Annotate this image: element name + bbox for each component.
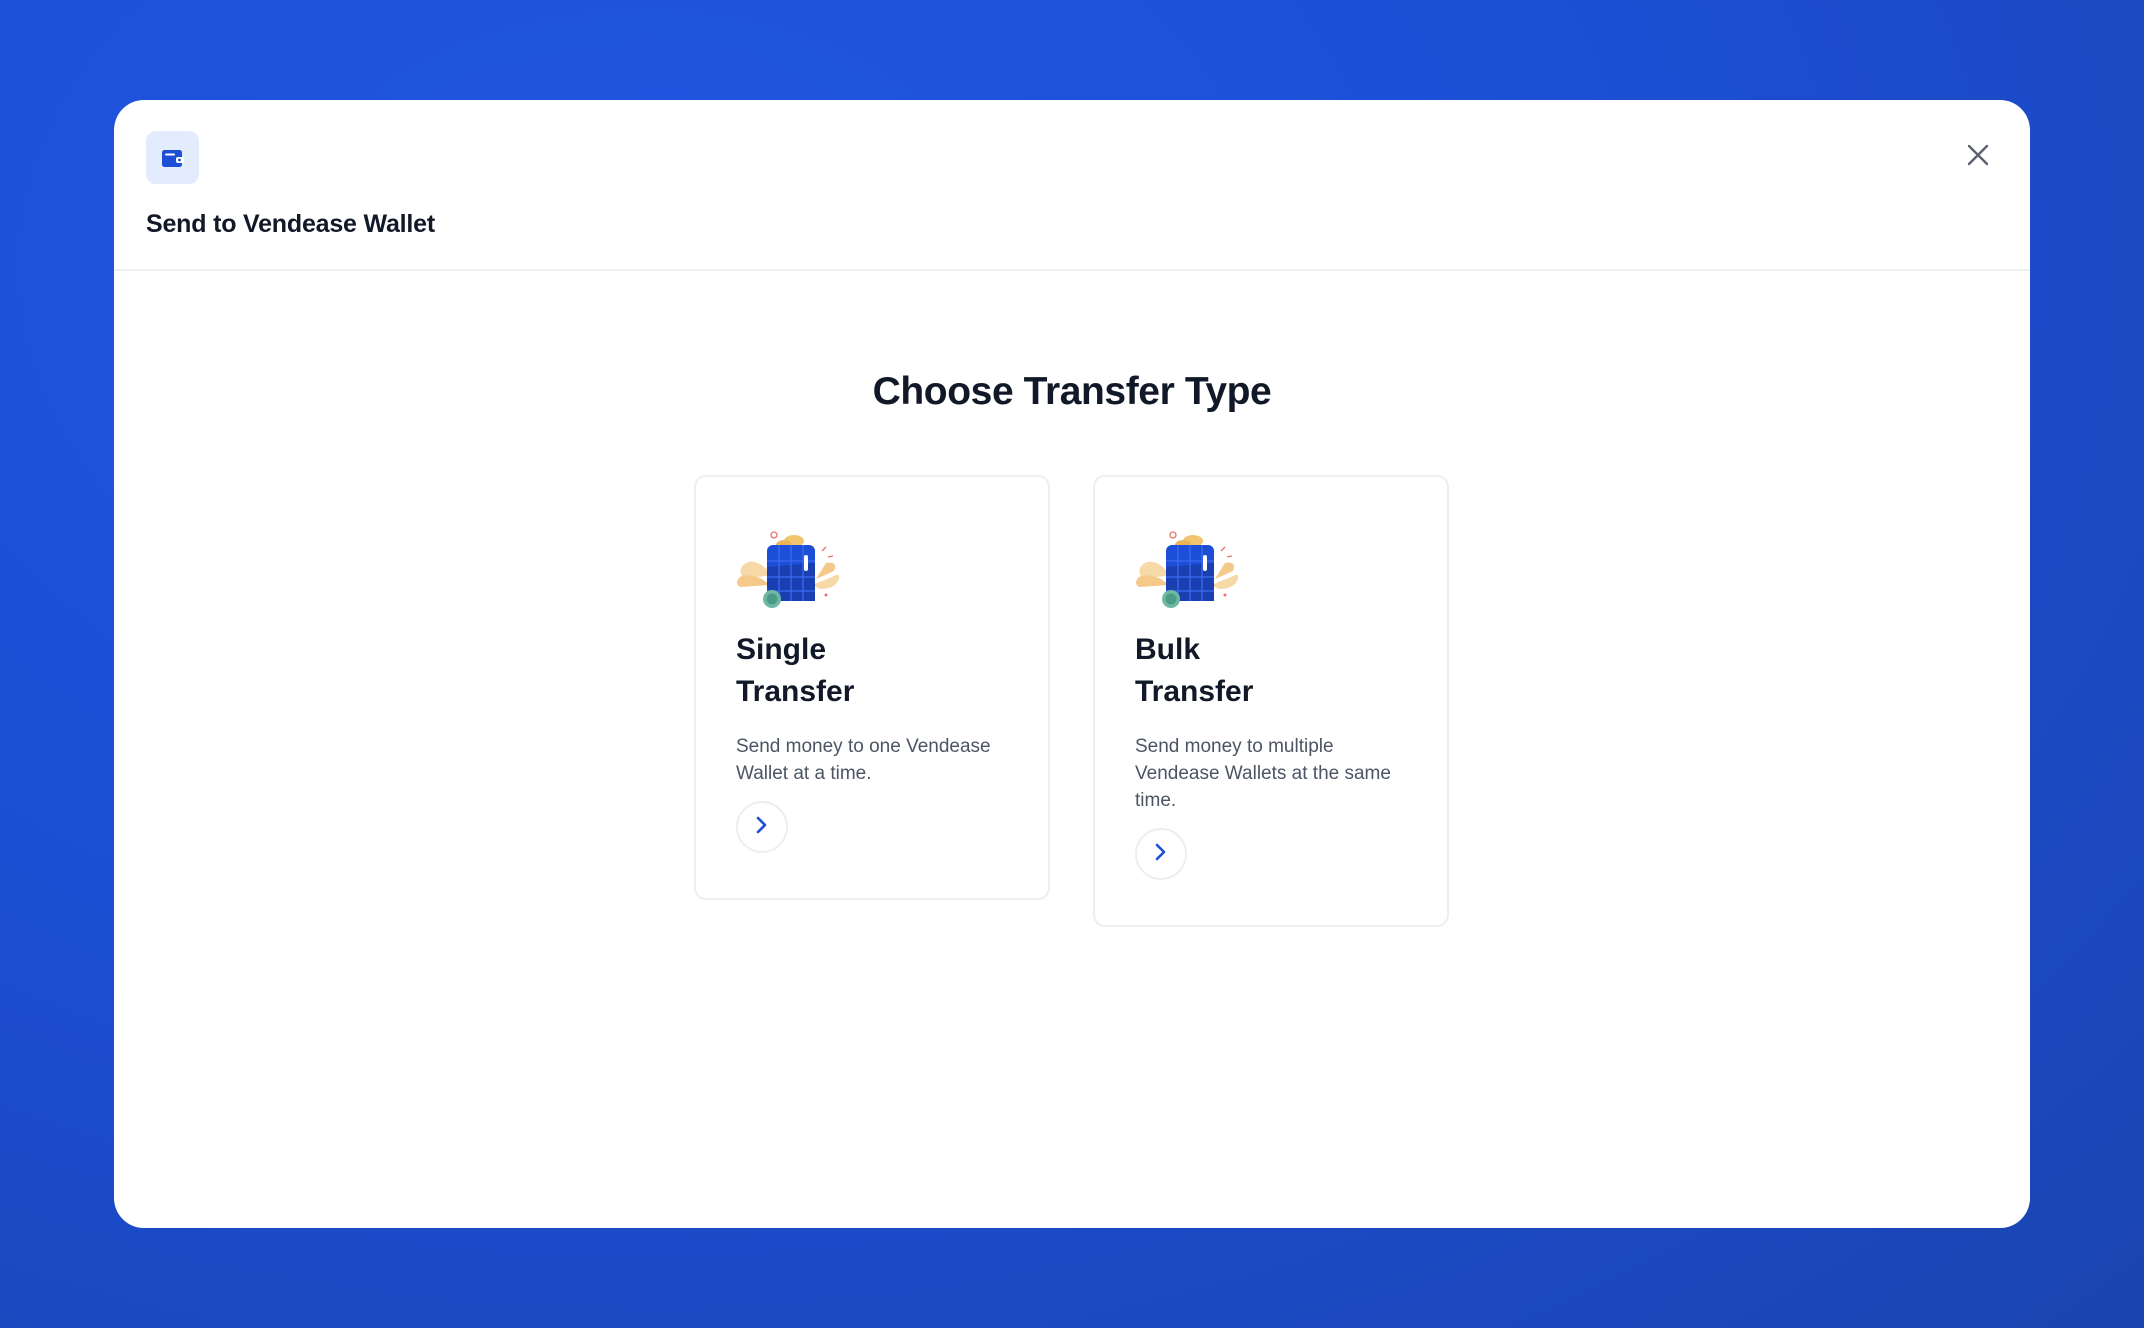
send-wallet-modal: Send to Vendease Wallet Choose Transfer … (114, 100, 2030, 1228)
section-title: Choose Transfer Type (872, 370, 1272, 413)
modal-header: Send to Vendease Wallet (114, 100, 2030, 271)
card-description: Send money to multiple Vendease Wallets … (1135, 736, 1391, 811)
close-icon[interactable] (1958, 135, 1998, 175)
chevron-right-icon (1154, 842, 1168, 867)
modal-title: Send to Vendease Wallet (146, 210, 436, 238)
card-title: Bulk Transfer (1135, 633, 1254, 708)
wallet-icon (146, 131, 199, 184)
card-title: Single Transfer (736, 633, 855, 708)
card-description: Send money to one Vendease Wallet at a t… (736, 736, 991, 784)
wallet-money-illustration (1133, 529, 1243, 611)
single-transfer-next-button[interactable] (736, 801, 788, 853)
wallet-money-illustration (734, 529, 844, 611)
chevron-right-icon (755, 815, 769, 840)
bulk-transfer-next-button[interactable] (1135, 828, 1187, 880)
single-transfer-card[interactable]: Single Transfer Send money to one Vendea… (694, 475, 1050, 900)
bulk-transfer-card[interactable]: Bulk Transfer Send money to multiple Ven… (1093, 475, 1449, 927)
